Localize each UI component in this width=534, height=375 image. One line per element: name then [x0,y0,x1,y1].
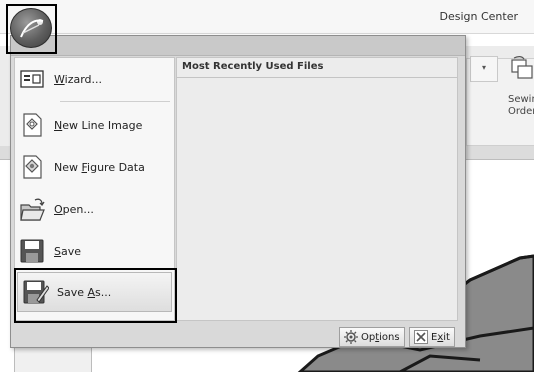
exit-label: Exit [431,331,450,343]
exit-button[interactable]: Exit [409,327,455,347]
app-button-highlight [6,4,57,54]
new-line-image-icon [20,113,44,137]
menu-item-save[interactable]: Save [15,230,174,272]
menu-item-label: Save [54,244,82,258]
menu-item-label: New Line Image [54,118,143,132]
menu-item-open[interactable]: Open... [15,188,174,230]
options-button[interactable]: Options [339,327,405,347]
window-title: Design Center [439,10,519,23]
menu-top-strip [11,36,465,56]
menu-bottom-bar: Options Exit [11,323,465,347]
close-icon [414,330,428,344]
gear-icon [344,330,358,344]
sewing-order-icon[interactable] [510,56,534,80]
menu-item-new-line-image[interactable]: New Line Image [15,104,174,146]
menu-item-label: Wizard... [54,72,103,86]
save-icon [20,239,44,263]
menu-separator [60,101,170,102]
menu-item-label: Open... [54,202,94,216]
options-label: Options [361,331,400,343]
chevron-down-icon: ▾ [482,63,487,72]
menu-item-wizard[interactable]: Wizard... [15,58,174,100]
save-as-highlight [14,268,177,323]
menu-item-new-figure-data[interactable]: New Figure Data [15,146,174,188]
new-figure-data-icon [20,155,44,179]
recent-files-panel: Most Recently Used Files [176,57,458,321]
application-menu: Wizard... New Line Image New Figure Data… [10,35,466,348]
title-bar: Design Center [0,0,534,34]
ribbon-dropdown[interactable]: ▾ [470,56,498,82]
sewing-order-label: Sewing Order [508,94,534,117]
wizard-icon [20,67,44,91]
menu-item-label: New Figure Data [54,160,145,174]
open-folder-icon [20,197,45,221]
mru-header: Most Recently Used Files [177,58,457,78]
